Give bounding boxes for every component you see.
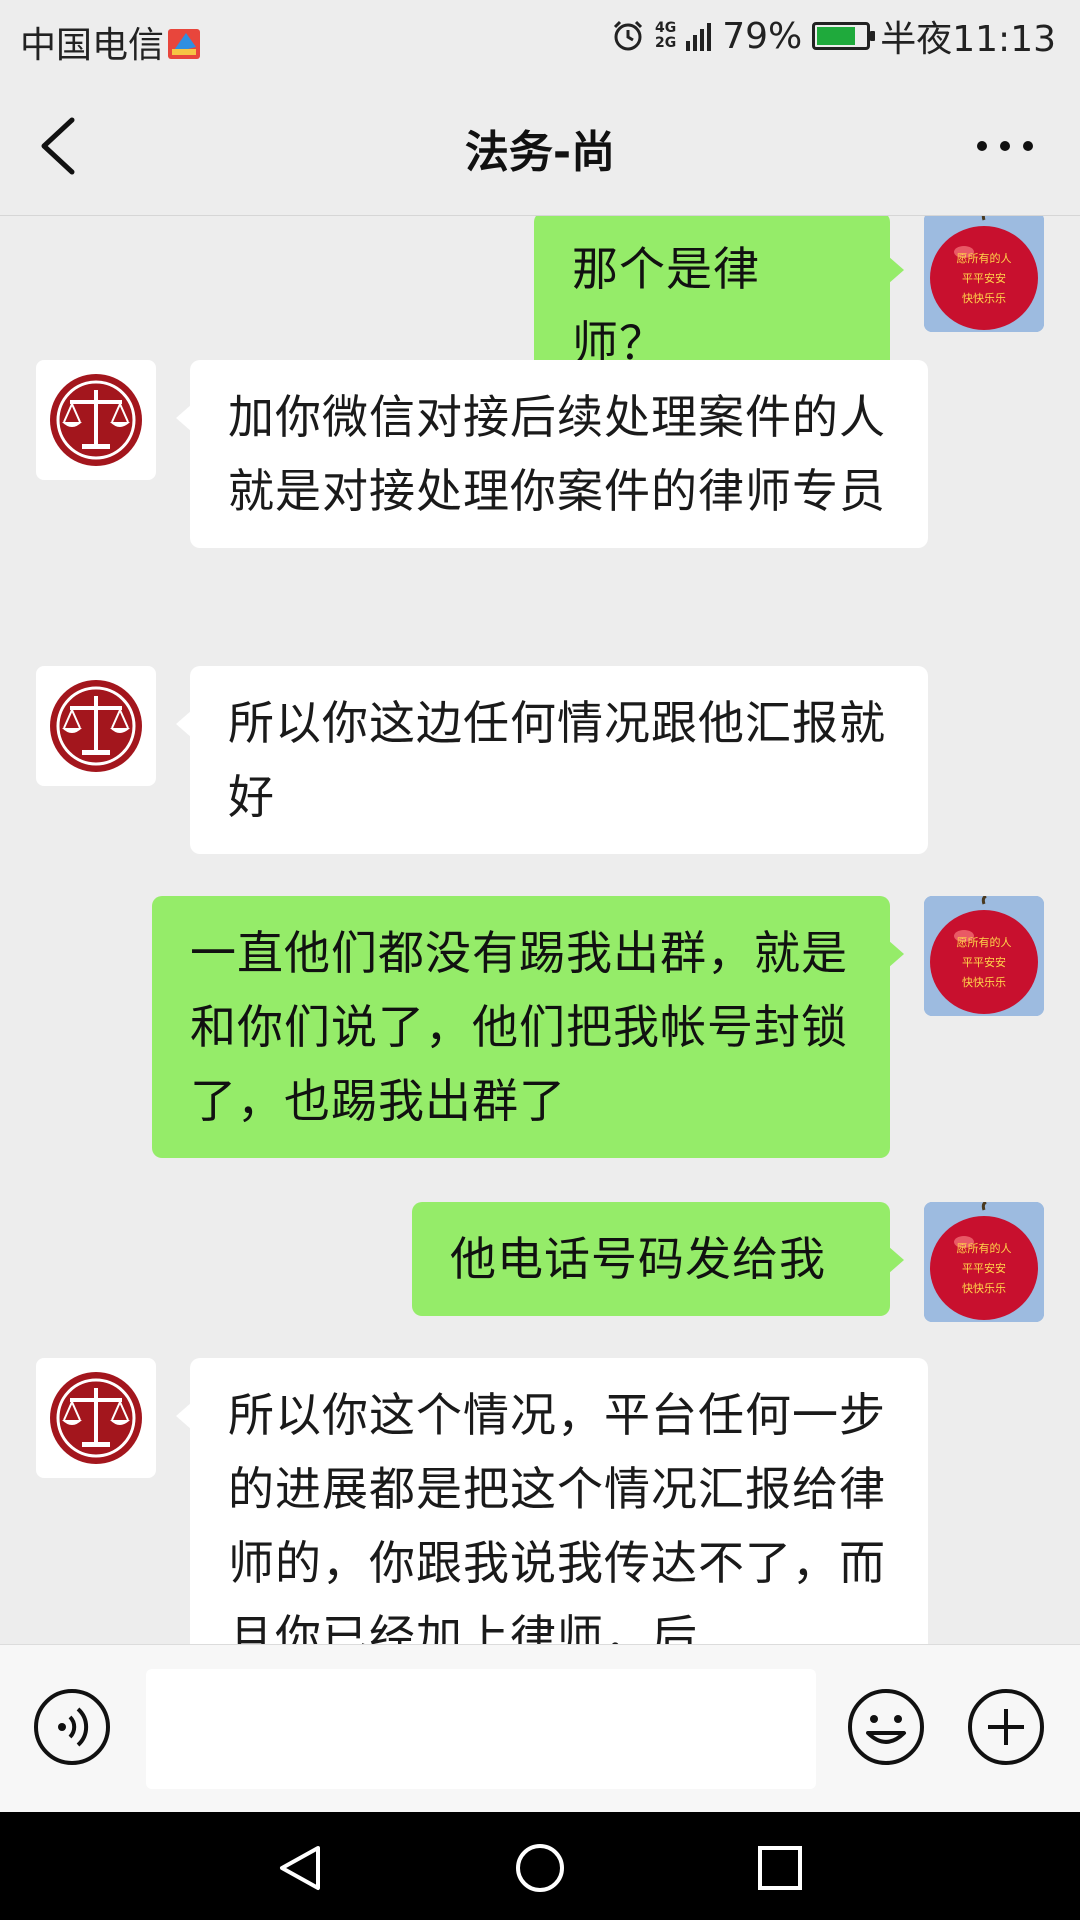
nav-home-icon[interactable]: [510, 1838, 570, 1898]
svg-text:平平安安: 平平安安: [962, 1261, 1006, 1275]
status-bar: 中国电信 4G 2G 79% 半夜11:13: [0, 0, 1080, 76]
svg-text:快快乐乐: 快快乐乐: [962, 1282, 1006, 1295]
emoji-button[interactable]: [846, 1687, 926, 1767]
apple-avatar[interactable]: 愿所有的人平平安安快快乐乐: [924, 216, 1044, 332]
network-type-top: 4G: [655, 20, 677, 36]
scales-of-justice-icon: [50, 680, 142, 772]
alarm-icon: [613, 20, 643, 51]
received-message-bubble[interactable]: 加你微信对接后续处理案件的人就是对接处理你案件的律师专员: [176, 360, 928, 548]
chat-title: 法务-尚: [464, 127, 616, 178]
network-type-bottom: 2G: [655, 35, 677, 51]
apple-photo: 愿所有的人平平安安快快乐乐: [924, 896, 1044, 1016]
system-nav-bar: [0, 1812, 1080, 1920]
chat-header: 法务-尚: [0, 76, 1080, 216]
nav-back-icon[interactable]: [270, 1838, 330, 1898]
clock: 半夜11:13: [880, 19, 1056, 60]
sent-message-bubble[interactable]: 一直他们都没有踢我出群，就是和你们说了，他们把我帐号封锁了，也踢我出群了: [152, 896, 904, 1158]
status-icons: 4G 2G 79% 半夜11:13: [611, 14, 1056, 60]
received-message-bubble[interactable]: 所以你这个情况，平台任何一步的进展都是把这个情况汇报给律师的，你跟我说我传达不了…: [176, 1358, 928, 1644]
apple-photo: 愿所有的人平平安安快快乐乐: [924, 1202, 1044, 1322]
received-message-bubble[interactable]: 所以你这边任何情况跟他汇报就好: [176, 666, 928, 854]
more-functions-button[interactable]: [966, 1687, 1046, 1767]
apple-avatar[interactable]: 愿所有的人平平安安快快乐乐: [924, 1202, 1044, 1322]
svg-text:平平安安: 平平安安: [962, 271, 1006, 285]
message-input[interactable]: [146, 1669, 816, 1789]
svg-text:快快乐乐: 快快乐乐: [962, 292, 1006, 305]
scales-of-justice-icon: [50, 374, 142, 466]
app-badge-icon: [168, 29, 201, 59]
svg-text:愿所有的人: 愿所有的人: [957, 1241, 1012, 1255]
scales-avatar[interactable]: [36, 1358, 156, 1478]
apple-photo: 愿所有的人平平安安快快乐乐: [924, 216, 1044, 332]
message-list[interactable]: 那个是律师？ 愿所有的人 平平安安 快快乐乐 加你微信对接后续处理案件的人就是对接处…: [0, 216, 1080, 1644]
signal-icon: [686, 23, 712, 51]
svg-text:快快乐乐: 快快乐乐: [962, 976, 1006, 989]
input-bar: [0, 1644, 1080, 1812]
voice-input-button[interactable]: [32, 1687, 112, 1767]
network-type: 4G 2G: [655, 21, 676, 51]
scales-of-justice-icon: [50, 1372, 142, 1464]
battery-fill: [817, 27, 856, 45]
sent-message-bubble[interactable]: 他电话号码发给我: [412, 1202, 904, 1316]
carrier: 中国电信: [20, 16, 202, 68]
svg-text:愿所有的人: 愿所有的人: [957, 251, 1012, 265]
apple-avatar[interactable]: 愿所有的人平平安安快快乐乐: [924, 896, 1044, 1016]
battery-percent: 79%: [722, 15, 803, 57]
more-options-button[interactable]: [970, 126, 1040, 166]
nav-recents-icon[interactable]: [750, 1838, 810, 1898]
battery-icon: [812, 22, 876, 50]
svg-text:平平安安: 平平安安: [962, 955, 1006, 969]
carrier-label: 中国电信: [20, 25, 165, 66]
svg-text:愿所有的人: 愿所有的人: [957, 935, 1012, 949]
scales-avatar[interactable]: [36, 666, 156, 786]
scales-avatar[interactable]: [36, 360, 156, 480]
